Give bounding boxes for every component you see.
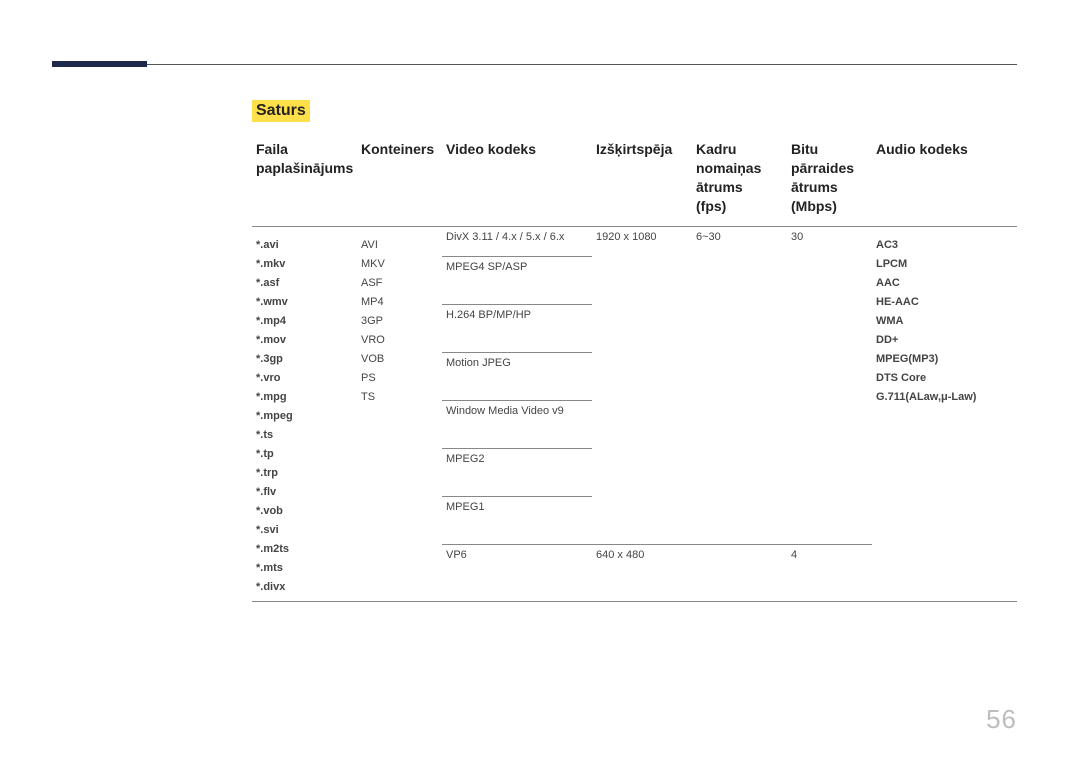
col-fps: Kadrunomaiņasātrums(fps) bbox=[692, 132, 787, 226]
cell-file-extensions: *.avi *.mkv *.asf *.wmv *.mp4 *.mov *.3g… bbox=[252, 226, 357, 601]
list-item: *.svi bbox=[256, 524, 353, 536]
col-video-codec: Video kodeks bbox=[442, 132, 592, 226]
list-item: VRO bbox=[361, 334, 438, 346]
list-item: MP4 bbox=[361, 296, 438, 308]
list-item: *.flv bbox=[256, 486, 353, 498]
cell-codec-matrix: DivX 3.11 / 4.x / 5.x / 6.x 1920 x 1080 … bbox=[442, 226, 872, 601]
section-title: Saturs bbox=[252, 100, 310, 122]
list-item: AVI bbox=[361, 239, 438, 251]
list-item: 3GP bbox=[361, 315, 438, 327]
codec-cell: MPEG2 bbox=[442, 449, 592, 497]
list-item: *.mpeg bbox=[256, 410, 353, 422]
list-item: *.mp4 bbox=[256, 315, 353, 327]
list-item: MPEG(MP3) bbox=[876, 353, 1013, 365]
spec-table-wrapper: Failapaplašinājums Konteiners Video kode… bbox=[252, 132, 1017, 602]
col-bitrate: Bitu pārraidesātrums(Mbps) bbox=[787, 132, 872, 226]
spec-table: Failapaplašinājums Konteiners Video kode… bbox=[252, 132, 1017, 602]
codec-cell: H.264 BP/MP/HP bbox=[442, 305, 592, 353]
bitrate-cell: 4 bbox=[787, 545, 872, 575]
table-row: *.avi *.mkv *.asf *.wmv *.mp4 *.mov *.3g… bbox=[252, 226, 1017, 601]
col-audio-codec: Audio kodeks bbox=[872, 132, 1017, 226]
header-rule bbox=[147, 64, 1017, 65]
list-item: *.ts bbox=[256, 429, 353, 441]
file-extension-list: *.avi *.mkv *.asf *.wmv *.mp4 *.mov *.3g… bbox=[256, 239, 353, 593]
page-number: 56 bbox=[986, 704, 1017, 735]
codec-cell: Motion JPEG bbox=[442, 353, 592, 401]
list-item: *.mov bbox=[256, 334, 353, 346]
list-item: *.mpg bbox=[256, 391, 353, 403]
resolution-cell: 1920 x 1080 bbox=[592, 227, 692, 545]
audio-codec-list: AC3 LPCM AAC HE-AAC WMA DD+ MPEG(MP3) DT… bbox=[876, 239, 1013, 403]
codec-cell: DivX 3.11 / 4.x / 5.x / 6.x bbox=[442, 227, 592, 257]
cell-audio-codecs: AC3 LPCM AAC HE-AAC WMA DD+ MPEG(MP3) DT… bbox=[872, 226, 1017, 601]
codec-cell: Window Media Video v9 bbox=[442, 401, 592, 449]
list-item: G.711(ALaw,μ-Law) bbox=[876, 391, 1013, 403]
resolution-cell: 640 x 480 bbox=[592, 545, 692, 575]
page: Saturs Failapaplašinājums Konteiners Vid… bbox=[0, 0, 1080, 763]
bitrate-cell: 30 bbox=[787, 227, 872, 545]
list-item: *.tp bbox=[256, 448, 353, 460]
codec-row: VP6 640 x 480 4 bbox=[442, 545, 872, 575]
list-item: *.trp bbox=[256, 467, 353, 479]
list-item: *.mts bbox=[256, 562, 353, 574]
list-item: ASF bbox=[361, 277, 438, 289]
col-resolution: Izšķirtspēja bbox=[592, 132, 692, 226]
list-item: MKV bbox=[361, 258, 438, 270]
list-item: WMA bbox=[876, 315, 1013, 327]
list-item: AC3 bbox=[876, 239, 1013, 251]
list-item: *.divx bbox=[256, 581, 353, 593]
list-item: *.wmv bbox=[256, 296, 353, 308]
list-item: TS bbox=[361, 391, 438, 403]
list-item: PS bbox=[361, 372, 438, 384]
table-header-row: Failapaplašinājums Konteiners Video kode… bbox=[252, 132, 1017, 226]
list-item: HE-AAC bbox=[876, 296, 1013, 308]
list-item: LPCM bbox=[876, 258, 1013, 270]
fps-cell: 6~30 bbox=[692, 227, 787, 545]
list-item: *.vob bbox=[256, 505, 353, 517]
codec-cell: MPEG4 SP/ASP bbox=[442, 257, 592, 305]
header-accent-bar bbox=[52, 61, 147, 67]
codec-cell: MPEG1 bbox=[442, 497, 592, 545]
codec-row: DivX 3.11 / 4.x / 5.x / 6.x 1920 x 1080 … bbox=[442, 227, 872, 257]
list-item: *.avi bbox=[256, 239, 353, 251]
cell-containers: AVI MKV ASF MP4 3GP VRO VOB PS TS bbox=[357, 226, 442, 601]
col-file-extension: Failapaplašinājums bbox=[252, 132, 357, 226]
list-item: *.mkv bbox=[256, 258, 353, 270]
fps-cell bbox=[692, 545, 787, 575]
list-item: *.m2ts bbox=[256, 543, 353, 555]
codec-cell: VP6 bbox=[442, 545, 592, 575]
list-item: VOB bbox=[361, 353, 438, 365]
list-item: *.asf bbox=[256, 277, 353, 289]
list-item: AAC bbox=[876, 277, 1013, 289]
list-item: *.vro bbox=[256, 372, 353, 384]
list-item: *.3gp bbox=[256, 353, 353, 365]
col-container: Konteiners bbox=[357, 132, 442, 226]
list-item: DD+ bbox=[876, 334, 1013, 346]
codec-matrix: DivX 3.11 / 4.x / 5.x / 6.x 1920 x 1080 … bbox=[442, 227, 872, 575]
list-item: DTS Core bbox=[876, 372, 1013, 384]
container-list: AVI MKV ASF MP4 3GP VRO VOB PS TS bbox=[361, 239, 438, 403]
